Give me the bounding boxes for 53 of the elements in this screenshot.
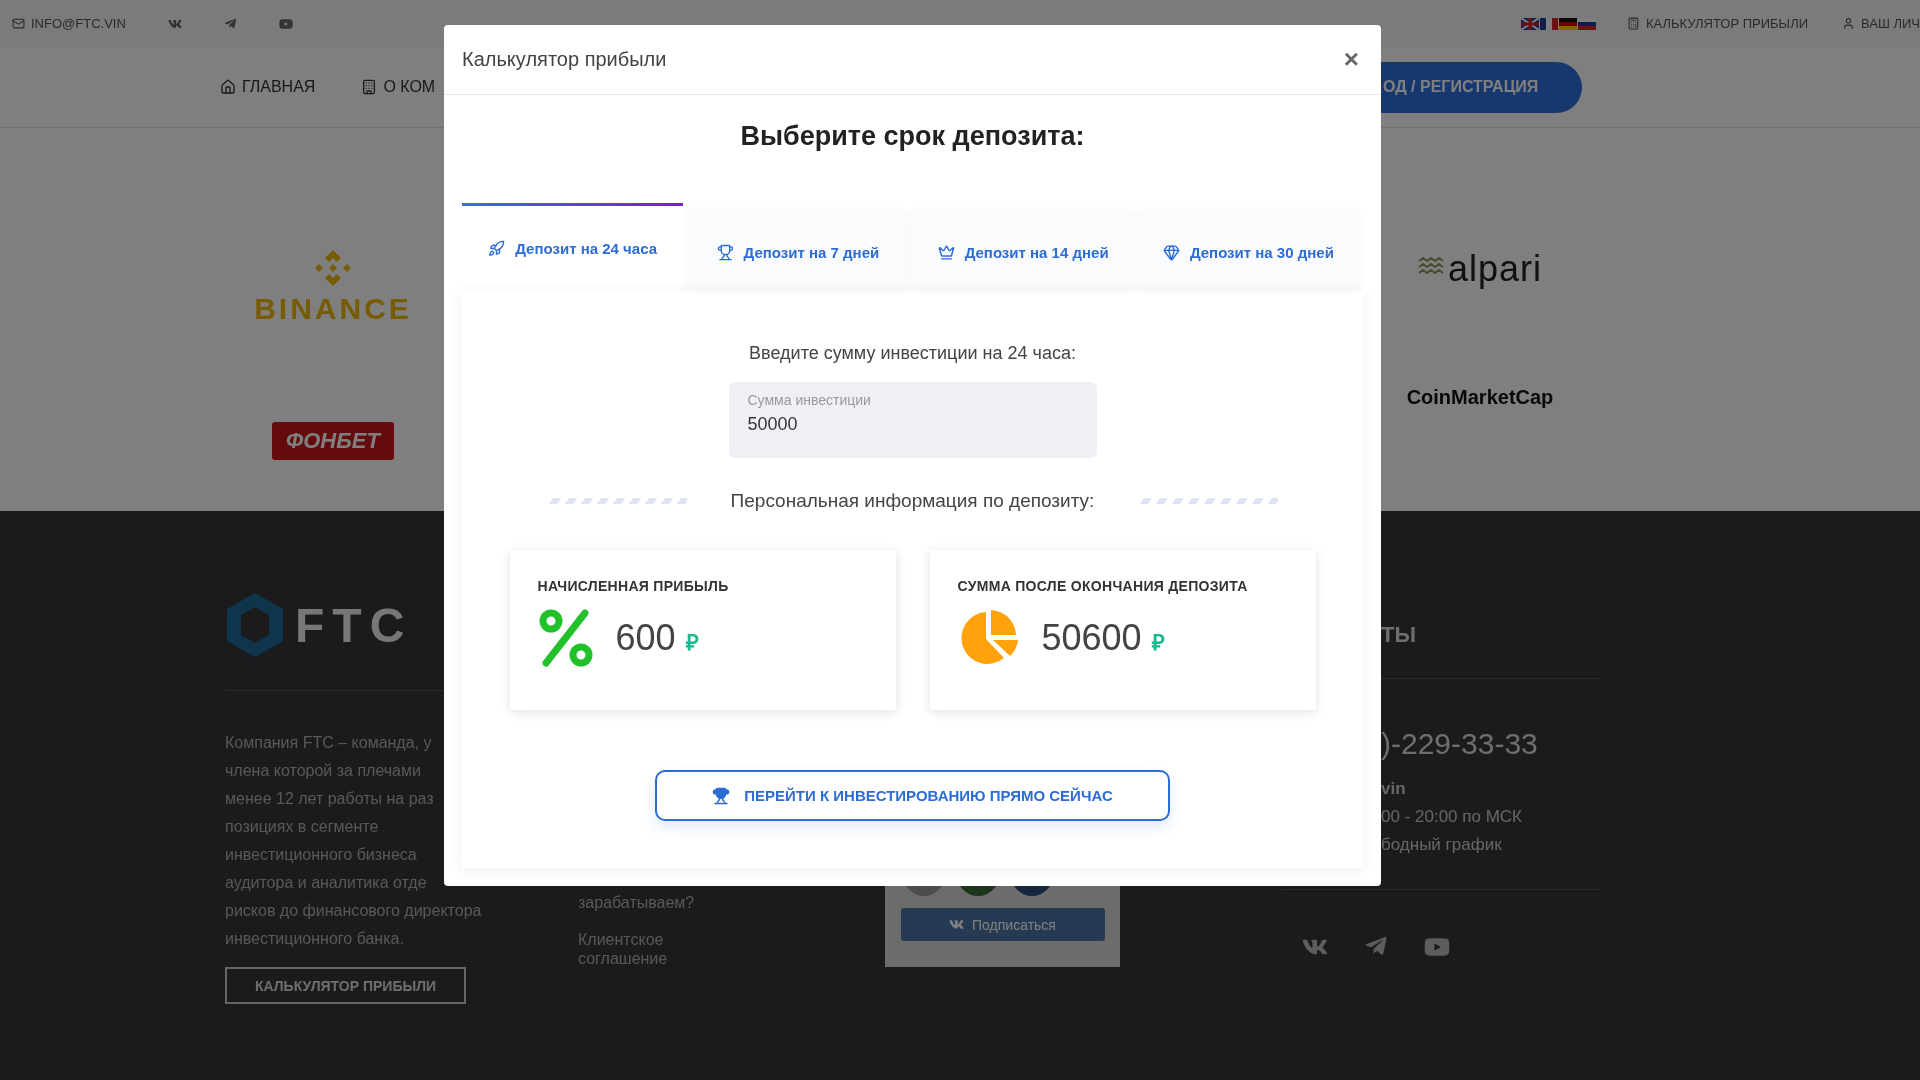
vk-icon: [949, 917, 965, 932]
contact-text: бодный график: [1380, 834, 1503, 856]
contact-text: vin: [1380, 778, 1407, 800]
partner-logo-text: CoinMarketCap: [1406, 386, 1554, 409]
currency-sign: ₽: [685, 630, 699, 655]
calculator-icon: [1626, 17, 1640, 30]
trophy-icon: [716, 244, 734, 261]
percent-icon: [537, 608, 594, 668]
language-flags-icon[interactable]: [1520, 17, 1597, 30]
nav-link[interactable]: О КОМ: [361, 78, 436, 96]
section-heading: Выберите срок депозита:: [739, 121, 1086, 153]
deposit-tab[interactable]: Депозит на 30 дней: [1137, 211, 1359, 291]
crown-icon: [937, 244, 955, 261]
phone-number: )-229-33-33: [1380, 727, 1539, 761]
card-title: НАЧИСЛЕННАЯ ПРИБЫЛЬ: [537, 578, 730, 594]
gem-icon: [1162, 244, 1180, 261]
contacts-heading: ТЫ: [1380, 622, 1417, 648]
user-icon: [1842, 17, 1855, 30]
building-icon: [361, 79, 378, 95]
calculator-link[interactable]: КАЛЬКУЛЯТОР ПРИБЫЛИ: [1626, 16, 1808, 31]
nav-link[interactable]: ГЛАВНАЯ: [220, 78, 316, 96]
telegram-icon[interactable]: [223, 17, 237, 30]
partner-logo-text: BINANCE: [254, 292, 412, 326]
home-icon: [220, 79, 236, 95]
rocket-icon: [488, 240, 506, 257]
subscribe-button[interactable]: Подписаться: [900, 908, 1105, 941]
contact-text: 00 - 20:00 по МСК: [1380, 806, 1523, 828]
card-title: СУММА ПОСЛЕ ОКОНЧАНИЯ ДЕПОЗИТА: [957, 578, 1249, 594]
footer-link[interactable]: зарабатываем?: [578, 893, 698, 912]
diamond-logo-icon: [313, 248, 353, 288]
youtube-icon[interactable]: [278, 16, 293, 31]
dialog-title: Калькулятор прибыли: [462, 48, 667, 71]
invest-button[interactable]: ПЕРЕЙТИ К ИНВЕСТИРОВАНИЮ ПРЯМО СЕЙЧАС: [655, 770, 1170, 821]
about-paragraph: Компания FTC – команда, у члена которой за плечами менее 12 лет работы на раз позициях в сегменте инвестиционного бизнеса аудитора и аналитика отде рисков до финансового директора инвестиционного банка.: [225, 733, 483, 949]
amount-value: 600: [615, 617, 676, 658]
investment-field[interactable]: 50000: [747, 414, 1078, 435]
partner-logo: ФОНБЕТ: [272, 422, 394, 460]
logo-text: FTC: [295, 597, 413, 653]
email-link[interactable]: INFO@FTC.VIN: [12, 16, 126, 31]
footer-link[interactable]: Клиентское соглашение: [578, 930, 698, 968]
hexagon-logo-icon: [225, 591, 285, 659]
field-label: Сумма инвестиции: [747, 392, 872, 408]
info-heading: Персональная информация по депозиту:: [730, 490, 1095, 512]
calculator-button[interactable]: КАЛЬКУЛЯТОР ПРИБЫЛИ: [225, 967, 466, 1004]
partner-logo-text: alpari: [1447, 248, 1543, 290]
amount-value: 50600: [1041, 617, 1142, 658]
currency-sign: ₽: [1151, 630, 1165, 655]
amount-prompt: Введите сумму инвестиции на 24 часа:: [749, 343, 1076, 364]
deposit-tab[interactable]: Депозит на 14 дней: [912, 211, 1134, 291]
envelope-icon: [12, 17, 25, 30]
trophy-icon: [712, 786, 731, 805]
deposit-tab[interactable]: Депозит на 7 дней: [687, 211, 909, 291]
account-link[interactable]: ВАШ ЛИЧ: [1842, 16, 1920, 31]
